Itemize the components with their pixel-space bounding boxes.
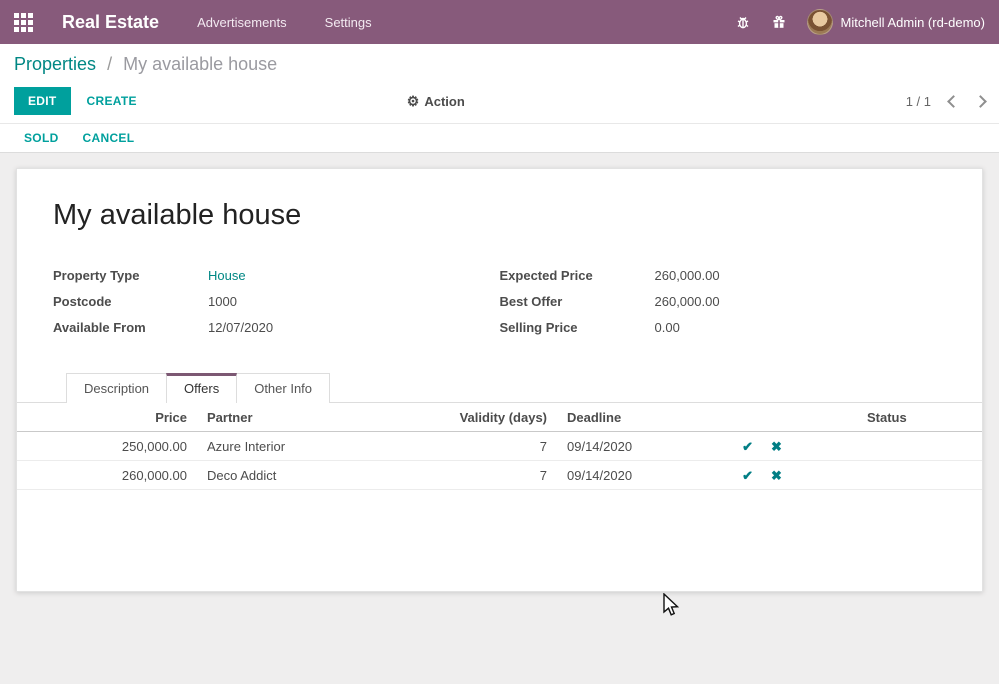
selling-price-value: 0.00	[655, 320, 680, 335]
field-groups: Property Type House Postcode 1000 Availa…	[53, 268, 946, 346]
action-menu-label: Action	[424, 94, 464, 109]
offer-partner: Azure Interior	[197, 439, 447, 454]
accept-offer-icon[interactable]: ✔	[742, 469, 753, 482]
user-name: Mitchell Admin (rd-demo)	[841, 15, 986, 30]
pager-previous-icon[interactable]	[947, 95, 960, 108]
offer-validity: 7	[447, 439, 557, 454]
offer-deadline: 09/14/2020	[557, 439, 717, 454]
pager-count: 1 / 1	[906, 94, 931, 109]
accept-offer-icon[interactable]: ✔	[742, 440, 753, 453]
menu-settings[interactable]: Settings	[323, 11, 374, 34]
tab-description[interactable]: Description	[66, 373, 167, 403]
topbar-right: Mitchell Admin (rd-demo)	[735, 9, 986, 35]
offer-actions: ✔ ✖	[717, 469, 807, 482]
header-price[interactable]: Price	[17, 410, 197, 425]
breadcrumb-properties-link[interactable]: Properties	[14, 54, 96, 74]
offers-table-header: Price Partner Validity (days) Deadline S…	[17, 403, 982, 432]
pager-next-icon[interactable]	[974, 95, 987, 108]
edit-button[interactable]: EDIT	[14, 87, 71, 115]
refuse-offer-icon[interactable]: ✖	[771, 469, 782, 482]
header-validity[interactable]: Validity (days)	[447, 410, 557, 425]
offer-row[interactable]: 250,000.00 Azure Interior 7 09/14/2020 ✔…	[17, 432, 982, 461]
available-from-value: 12/07/2020	[208, 320, 273, 335]
field-label: Expected Price	[500, 268, 655, 283]
control-panel: Properties / My available house EDIT CRE…	[0, 44, 999, 123]
field-group-left: Property Type House Postcode 1000 Availa…	[53, 268, 500, 346]
field-available-from: Available From 12/07/2020	[53, 320, 500, 335]
create-button[interactable]: CREATE	[87, 94, 137, 108]
refuse-offer-icon[interactable]: ✖	[771, 440, 782, 453]
notebook-tabs: Description Offers Other Info	[66, 373, 946, 403]
header-partner[interactable]: Partner	[197, 410, 447, 425]
field-label: Selling Price	[500, 320, 655, 335]
expected-price-value: 260,000.00	[655, 268, 720, 283]
sold-button[interactable]: SOLD	[24, 131, 59, 145]
offers-table: Price Partner Validity (days) Deadline S…	[17, 403, 982, 490]
field-label: Postcode	[53, 294, 208, 309]
field-label: Best Offer	[500, 294, 655, 309]
top-menu: Advertisements Settings	[195, 11, 374, 34]
property-type-link[interactable]: House	[208, 268, 246, 283]
field-label: Available From	[53, 320, 208, 335]
form-sheet: My available house Property Type House P…	[16, 168, 983, 592]
form-statusbar: SOLD CANCEL	[0, 123, 999, 153]
gear-icon: ⚙	[407, 93, 420, 110]
offer-partner: Deco Addict	[197, 468, 447, 483]
menu-advertisements[interactable]: Advertisements	[195, 11, 289, 34]
debug-bug-icon[interactable]	[735, 14, 751, 30]
offer-row[interactable]: 260,000.00 Deco Addict 7 09/14/2020 ✔ ✖	[17, 461, 982, 490]
offer-actions: ✔ ✖	[717, 440, 807, 453]
top-navbar: Real Estate Advertisements Settings Mitc…	[0, 0, 999, 44]
field-group-right: Expected Price 260,000.00 Best Offer 260…	[500, 268, 947, 346]
field-label: Property Type	[53, 268, 208, 283]
offer-price: 260,000.00	[17, 468, 197, 483]
header-deadline[interactable]: Deadline	[557, 410, 717, 425]
field-postcode: Postcode 1000	[53, 294, 500, 309]
offer-deadline: 09/14/2020	[557, 468, 717, 483]
postcode-value: 1000	[208, 294, 237, 309]
pager: 1 / 1	[906, 94, 985, 109]
app-name[interactable]: Real Estate	[62, 12, 159, 33]
tab-offers[interactable]: Offers	[166, 373, 237, 403]
property-title: My available house	[53, 199, 946, 232]
field-expected-price: Expected Price 260,000.00	[500, 268, 947, 283]
offer-price: 250,000.00	[17, 439, 197, 454]
breadcrumb-current: My available house	[123, 54, 277, 74]
header-status[interactable]: Status	[807, 410, 982, 425]
control-panel-buttons: EDIT CREATE ⚙ Action 1 / 1	[14, 87, 985, 115]
user-menu[interactable]: Mitchell Admin (rd-demo)	[807, 9, 986, 35]
best-offer-value: 260,000.00	[655, 294, 720, 309]
offer-validity: 7	[447, 468, 557, 483]
field-best-offer: Best Offer 260,000.00	[500, 294, 947, 309]
gift-icon[interactable]	[771, 14, 787, 30]
mouse-cursor	[663, 593, 681, 622]
apps-grid-icon	[14, 13, 33, 32]
offers-table-body: 250,000.00 Azure Interior 7 09/14/2020 ✔…	[17, 432, 982, 490]
breadcrumb-separator: /	[107, 54, 112, 74]
breadcrumb: Properties / My available house	[14, 54, 985, 75]
action-menu-button[interactable]: ⚙ Action	[407, 93, 465, 110]
cancel-button[interactable]: CANCEL	[83, 131, 135, 145]
tab-other-info[interactable]: Other Info	[236, 373, 330, 403]
field-property-type: Property Type House	[53, 268, 500, 283]
user-avatar	[807, 9, 833, 35]
field-selling-price: Selling Price 0.00	[500, 320, 947, 335]
apps-menu-button[interactable]	[0, 0, 46, 44]
